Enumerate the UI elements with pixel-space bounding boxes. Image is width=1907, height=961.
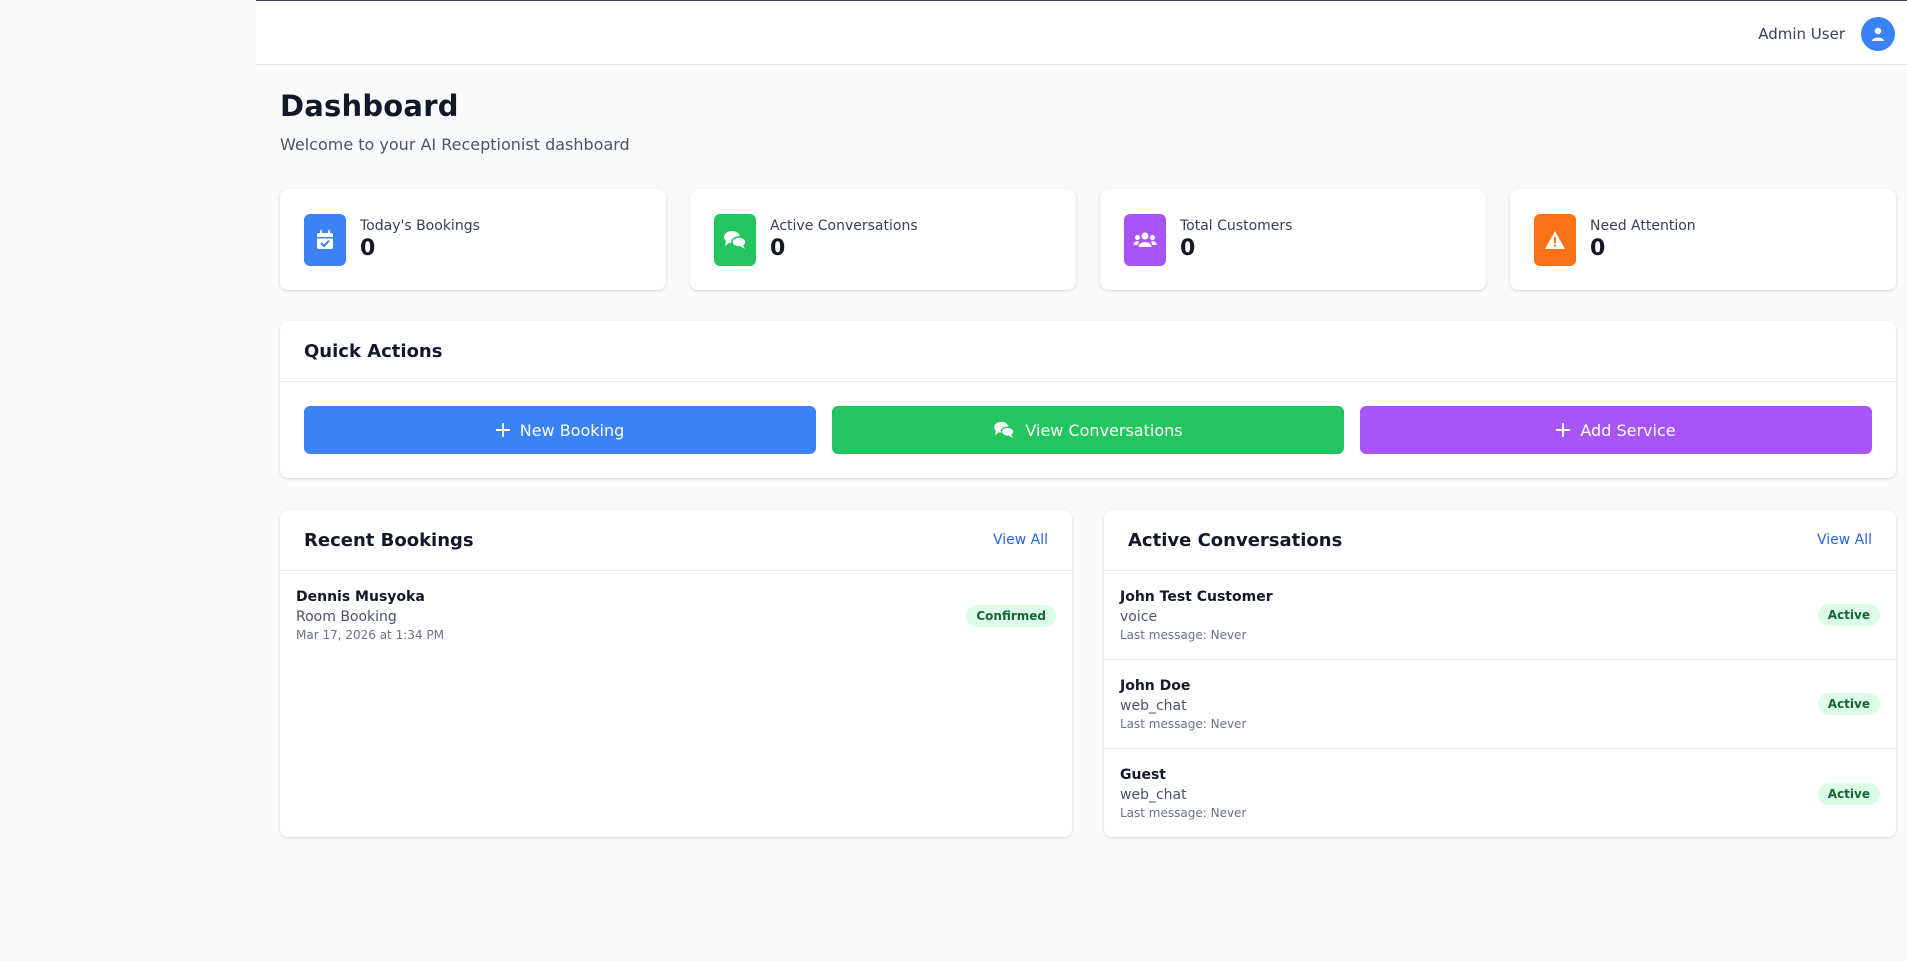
stat-label: Total Customers <box>1180 218 1293 234</box>
conversation-item[interactable]: Guest web_chat Last message: Never Activ… <box>1104 749 1896 837</box>
conversation-item[interactable]: John Test Customer voice Last message: N… <box>1104 571 1896 660</box>
stat-label: Active Conversations <box>770 218 918 234</box>
users-icon <box>1124 213 1166 266</box>
plus-icon <box>1556 423 1571 437</box>
last-message: Last message: Never <box>1120 806 1247 820</box>
top-bar: Admin User <box>256 0 1907 65</box>
customer-name: John Test Customer <box>1120 588 1273 605</box>
service-name: Room Booking <box>296 609 397 625</box>
recent-bookings-panel: Recent Bookings View All Dennis Musyoka … <box>280 510 1072 837</box>
view-all-bookings-link[interactable]: View All <box>993 532 1048 548</box>
customer-name: John Doe <box>1120 677 1191 694</box>
sidebar <box>0 0 256 961</box>
booking-item[interactable]: Dennis Musyoka Room Booking Mar 17, 2026… <box>280 571 1072 660</box>
button-label: View Conversations <box>1025 420 1183 440</box>
stat-value: 0 <box>770 236 786 261</box>
active-conversations-panel: Active Conversations View All John Test … <box>1104 510 1896 837</box>
stat-value: 0 <box>1180 236 1196 261</box>
stat-card-total-customers: Total Customers 0 <box>1100 189 1486 290</box>
view-conversations-button[interactable]: View Conversations <box>832 406 1344 454</box>
status-badge: Active <box>1817 604 1880 626</box>
status-badge: Confirmed <box>966 604 1056 627</box>
card-header: Active Conversations View All <box>1104 510 1896 571</box>
plus-icon <box>495 423 510 437</box>
stat-card-todays-bookings: Today's Bookings 0 <box>280 189 666 290</box>
conversation-item[interactable]: John Doe web_chat Last message: Never Ac… <box>1104 660 1896 749</box>
user-menu[interactable]: Admin User <box>1758 17 1895 51</box>
comments-icon <box>994 421 1015 439</box>
stat-value: 0 <box>1590 236 1606 261</box>
customer-name: Dennis Musyoka <box>296 589 425 605</box>
user-name: Admin User <box>1758 25 1845 43</box>
calendar-check-icon <box>304 213 346 266</box>
customer-name: Guest <box>1120 767 1166 783</box>
status-badge: Active <box>1817 693 1880 715</box>
channel: voice <box>1120 608 1158 625</box>
button-label: New Booking <box>519 420 625 440</box>
quick-actions-buttons: New Booking View Conversations Add Servi… <box>280 382 1896 478</box>
last-message: Last message: Never <box>1120 627 1247 642</box>
booking-datetime: Mar 17, 2026 at 1:34 PM <box>296 628 444 642</box>
page-title: Dashboard <box>280 89 459 123</box>
comments-icon <box>714 213 756 266</box>
card-header: Recent Bookings View All <box>280 510 1072 571</box>
recent-bookings-title: Recent Bookings <box>304 529 474 551</box>
stat-card-active-conversations: Active Conversations 0 <box>690 189 1076 290</box>
quick-actions-title: Quick Actions <box>304 340 443 362</box>
stat-card-need-attention: Need Attention 0 <box>1510 189 1896 290</box>
last-message: Last message: Never <box>1120 716 1247 731</box>
stats-row: Today's Bookings 0 Active Conversations … <box>280 189 1896 290</box>
new-booking-button[interactable]: New Booking <box>304 406 816 454</box>
stat-value: 0 <box>360 236 376 261</box>
quick-actions-card: Quick Actions New Booking View Conversat… <box>280 321 1896 478</box>
stat-label: Need Attention <box>1590 218 1696 234</box>
stat-label: Today's Bookings <box>360 218 480 234</box>
add-service-button[interactable]: Add Service <box>1360 406 1872 454</box>
channel: web_chat <box>1120 697 1187 714</box>
warning-icon <box>1534 213 1576 266</box>
page-subtitle: Welcome to your AI Receptionist dashboar… <box>280 135 630 154</box>
channel: web_chat <box>1120 787 1187 803</box>
active-conversations-title: Active Conversations <box>1128 529 1343 551</box>
status-badge: Active <box>1817 782 1880 805</box>
button-label: Add Service <box>1580 420 1676 440</box>
view-all-conversations-link[interactable]: View All <box>1817 532 1872 548</box>
card-header: Quick Actions <box>280 321 1896 382</box>
user-avatar-icon[interactable] <box>1861 17 1895 51</box>
